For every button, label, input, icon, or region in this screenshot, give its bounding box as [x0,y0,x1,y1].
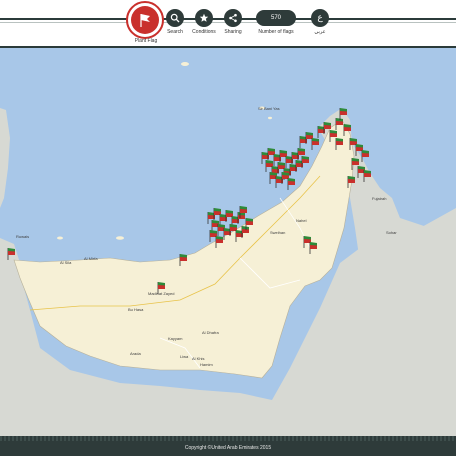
map-label-kayyam: Kayyam [168,336,183,341]
map-label-nahel: Nahel [296,218,307,223]
sharing-label: Sharing [224,29,242,35]
map-label-al-dhafra: Al Dhafra [202,330,219,335]
map-label-bu-hasa: Bu Hasa [128,307,144,312]
map-label-fujairah: Fujairah [372,196,387,201]
map-label-liwa: Liwa [180,354,189,359]
map-label-al-khis: Al Khis [192,356,205,361]
star-icon [199,13,209,22]
conditions-button[interactable] [195,9,213,27]
map-label-al-sila: Al Sila [60,260,72,265]
map-graphic [0,48,456,436]
conditions-label: Conditions [192,29,216,35]
plant-flag-button[interactable] [126,1,164,39]
arabic-language-icon: ع [317,12,323,23]
search-icon [170,13,180,23]
share-icon [229,13,237,23]
map-label-madinat-zayed: Madinat Zayed [148,291,175,296]
map-label-hamim: Hamim [200,362,213,367]
footer: Copyright ©United Arab Emirates 2015 [0,436,456,456]
plant-flag-label: Plant Flag [134,38,158,44]
map-label-ruwais: Ruwais [16,234,30,239]
language-label: عربي [314,29,326,35]
map-label-sohar: Sohar [386,230,397,235]
island [57,236,63,240]
search-button[interactable] [166,9,184,27]
flag-logo-icon [131,6,159,34]
flag-count-badge: 570 [256,10,296,26]
map-label-sir-bani-yas: Sir Bani Yas [258,106,280,111]
island [268,116,272,120]
island [116,236,124,240]
map-label-mirfa: Al Mirfa [84,256,98,261]
flag-count-label: Number of flags [258,29,294,35]
footer-pattern [0,436,456,441]
map-label-arada: Arada [130,351,141,356]
copyright-text: Copyright ©United Arab Emirates 2015 [184,445,272,451]
language-button[interactable]: ع [311,9,329,27]
sharing-button[interactable] [224,9,242,27]
top-toolbar: Plant Flag Search Conditions Sharing 570… [0,0,456,50]
search-label: Search [167,29,183,35]
map-canvas[interactable]: Madinat Zayed Bu Hasa Liwa Kayyam Al Khi… [0,48,456,436]
island [181,62,189,66]
map-label-sweihan: Sweihan [270,230,286,235]
